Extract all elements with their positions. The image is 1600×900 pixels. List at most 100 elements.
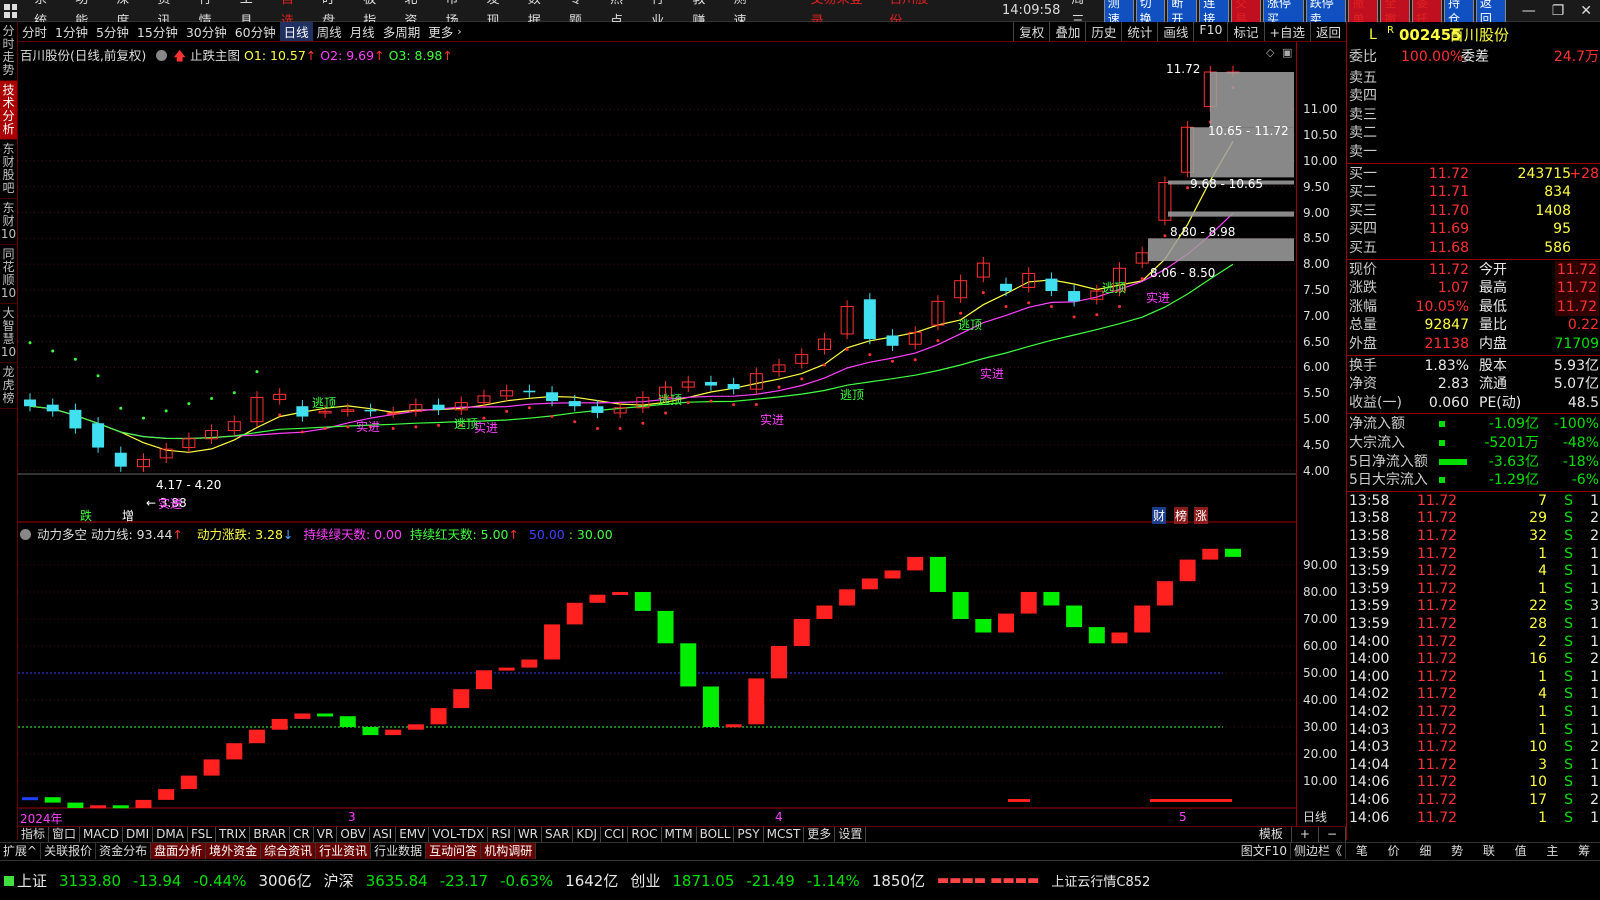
ext-tab[interactable]: 机构调研 (481, 843, 537, 859)
settings-icon[interactable] (156, 50, 168, 61)
diamond-icon[interactable]: ◇ (1266, 46, 1274, 59)
indicator-tab[interactable]: BRAR (250, 827, 291, 842)
left-nav-item[interactable]: 大智慧10 (0, 304, 17, 363)
chart-tool-button[interactable]: 统计 (1121, 22, 1157, 41)
panel-tab[interactable]: 笔 (1353, 843, 1371, 859)
chart-area[interactable]: 百川股份(日线,前复权) 🡅 止跌主图 O1: 10.57↑ O2: 9.69↑… (18, 42, 1296, 830)
period-tab[interactable]: 60分钟 (231, 22, 280, 41)
period-tab[interactable]: 15分钟 (133, 22, 182, 41)
chart-tool-button[interactable]: 返回 (1309, 22, 1346, 41)
chart-tool-button[interactable]: 标记 (1227, 22, 1263, 41)
indicator-tab[interactable]: MTM (662, 827, 697, 842)
hs-name[interactable]: 沪深 (324, 870, 354, 891)
period-tab[interactable]: 30分钟 (182, 22, 231, 41)
left-nav-item[interactable]: 技术分析 (0, 81, 17, 140)
cloud-label[interactable]: 上证云行情C852 (1051, 871, 1150, 890)
sub-chart-name[interactable]: 动力多空 (37, 527, 87, 542)
indicator-tab[interactable]: 指标 (18, 827, 50, 842)
indicator-tab[interactable]: SAR (542, 827, 574, 842)
indicator-tab[interactable]: 设置 (835, 827, 867, 842)
tag-zhang[interactable]: 涨 (1194, 507, 1209, 524)
sar-dot (573, 420, 577, 424)
indicator-tab[interactable]: ROC (628, 827, 662, 842)
chart-tool-button[interactable]: +自选 (1263, 22, 1310, 41)
panel-tab[interactable]: 筹 (1575, 843, 1593, 859)
indicator-tab[interactable]: DMI (123, 827, 154, 842)
period-tab[interactable]: 日线 (279, 22, 313, 41)
indicator-tab[interactable]: KDJ (573, 827, 602, 842)
indicator-right-button[interactable]: − (1319, 827, 1346, 842)
indicator-tab[interactable]: ASI (370, 827, 397, 842)
left-nav-item[interactable]: 同花顺10 (0, 245, 17, 304)
indicator-tab[interactable]: WR (515, 827, 543, 842)
tag-bang[interactable]: 榜 (1174, 507, 1189, 524)
ext-tab[interactable]: 综合资讯 (261, 843, 317, 859)
range-label-4: 8.06 - 8.50 (1150, 266, 1216, 280)
ext-tab[interactable]: 关联报价 (41, 843, 97, 859)
indicator-tab[interactable]: MACD (80, 827, 124, 842)
chevron-right-icon[interactable]: › (457, 25, 461, 38)
sub-settings-icon[interactable] (20, 529, 31, 540)
indicator-tab[interactable]: BOLL (697, 827, 735, 842)
chart-tool-button[interactable]: 历史 (1085, 22, 1121, 41)
ext-tab[interactable]: 资金分布 (96, 843, 152, 859)
indicator-tab[interactable]: 更多 (804, 827, 836, 842)
panel-tab[interactable]: 主 (1543, 843, 1561, 859)
panel-tab[interactable]: 细 (1416, 843, 1434, 859)
ext-tab[interactable]: 互动问答 (426, 843, 482, 859)
period-tab[interactable]: 周线 (313, 22, 346, 41)
ext-tab[interactable]: 盘面分析 (151, 843, 207, 859)
period-tab[interactable]: 更多 (424, 22, 457, 41)
chart-tool-button[interactable]: 画线 (1157, 22, 1193, 41)
indicator-tab[interactable]: FSL (188, 827, 216, 842)
ext-tab[interactable]: 扩展^ (0, 843, 42, 859)
panel-tab[interactable]: 势 (1448, 843, 1466, 859)
left-nav-item[interactable]: 东财股吧 (0, 140, 17, 199)
ext-right-tab[interactable]: 侧边栏《 (1291, 843, 1346, 859)
indicator-tab[interactable]: EMV (396, 827, 430, 842)
left-nav-item[interactable]: 龙虎榜 (0, 363, 17, 409)
period-tab[interactable]: 月线 (346, 22, 379, 41)
app-grid-icon[interactable] (4, 3, 18, 18)
chart-tool-button[interactable]: 叠加 (1049, 22, 1085, 41)
cy-name[interactable]: 创业 (630, 870, 660, 891)
restore-icon[interactable]: ❐ (1544, 3, 1573, 19)
chart-tool-button[interactable]: F10 (1193, 22, 1227, 41)
indicator-tab[interactable]: MCST (764, 827, 805, 842)
period-tab[interactable]: 5分钟 (92, 22, 133, 41)
chart-tool-button[interactable]: 复权 (1013, 22, 1049, 41)
period-tab[interactable]: 分时 (18, 22, 51, 41)
indicator-right-button[interactable]: 模板 (1251, 827, 1292, 842)
ext-tab[interactable]: 境外资金 (206, 843, 262, 859)
indicator-tab[interactable]: CR (290, 827, 314, 842)
ext-tab[interactable]: 行业数据 (371, 843, 427, 859)
panel-tab[interactable]: 价 (1385, 843, 1403, 859)
panel-tab[interactable]: 值 (1512, 843, 1530, 859)
tag-cai[interactable]: 财 (1152, 507, 1167, 524)
sar-dot (709, 399, 713, 403)
indicator-tab[interactable]: DMA (153, 827, 188, 842)
left-nav-item[interactable]: 分时走势 (0, 22, 17, 81)
period-tab[interactable]: 多周期 (379, 22, 425, 41)
maximize-chart-icon[interactable]: ▣ (1282, 46, 1292, 59)
indicator-right-button[interactable]: + (1292, 827, 1319, 842)
sub-chart-header: 动力多空 动力线: 93.44↑ 动力涨跌: 3.28↓ 持续绿天数: 0.00… (20, 524, 613, 543)
indicator-tab[interactable]: VR (314, 827, 338, 842)
minimize-icon[interactable]: — (1514, 3, 1544, 19)
indicator-tab[interactable]: RSI (488, 827, 515, 842)
indicator-tab[interactable]: VOL-TDX (429, 827, 489, 842)
indicator-tab[interactable]: 窗口 (49, 827, 81, 842)
ext-right-tab[interactable]: 图文F10 (1238, 843, 1291, 859)
left-nav-item[interactable]: 东财10 (0, 199, 17, 245)
indicator-name[interactable]: 止跌主图 (190, 48, 240, 63)
indicator-tab[interactable]: TRIX (216, 827, 251, 842)
x-unit-label[interactable]: 日线 (1303, 808, 1327, 825)
period-tab[interactable]: 1分钟 (51, 22, 92, 41)
sh-name[interactable]: 上证 (17, 870, 47, 891)
close-icon[interactable]: ✕ (1572, 3, 1600, 19)
indicator-tab[interactable]: OBV (337, 827, 370, 842)
ext-tab[interactable]: 行业资讯 (316, 843, 372, 859)
indicator-tab[interactable]: CCI (601, 827, 629, 842)
indicator-tab[interactable]: PSY (734, 827, 764, 842)
panel-tab[interactable]: 联 (1480, 843, 1498, 859)
